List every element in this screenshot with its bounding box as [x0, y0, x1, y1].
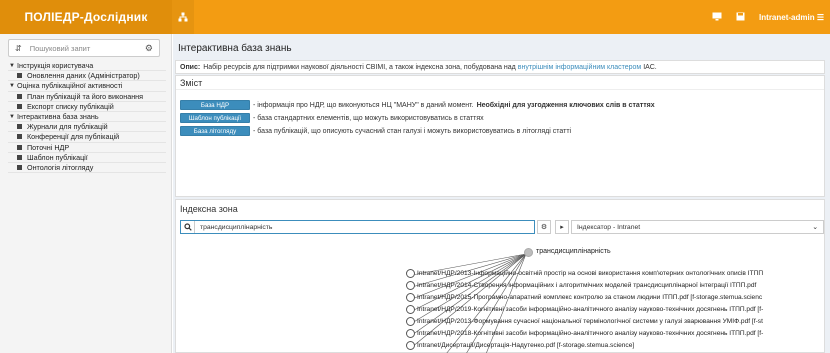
- tree-item-conferences[interactable]: Конференції для публікацій: [8, 132, 166, 143]
- pub-template-button[interactable]: Шаблон публікації: [180, 113, 250, 123]
- gear-icon[interactable]: ⚙: [537, 220, 551, 234]
- gear-icon[interactable]: ⚙: [145, 43, 153, 54]
- tree-item-data-update[interactable]: Оновлення даних (Адміністратор): [8, 71, 166, 82]
- page-title: Інтерактивна база знань: [178, 43, 292, 54]
- sitemap-icon[interactable]: [172, 0, 194, 34]
- graph-leaf-node[interactable]: Intranet/НДР/2018-Когнітивні засоби інфо…: [406, 329, 763, 338]
- doc-icon: [17, 144, 22, 150]
- graph-root-node[interactable]: [524, 248, 533, 257]
- graph-leaf-node[interactable]: Intranet/НДР/2013-Формування сучасної на…: [406, 317, 763, 326]
- content-row-text: - інформація про НДР, що виконуються НЦ …: [253, 101, 474, 109]
- doc-icon: [17, 93, 22, 99]
- tree-item-journals[interactable]: Журнали для публікацій: [8, 122, 166, 133]
- tree-item-ontology[interactable]: Онтологія літогляду: [8, 163, 166, 174]
- contents-header: Зміст: [176, 76, 824, 90]
- research-base-button[interactable]: База НДР: [180, 100, 250, 110]
- user-menu-button[interactable]: Intranet-admin ☰: [759, 13, 824, 22]
- tree-item-export[interactable]: Експорт списку публікацій: [8, 102, 166, 112]
- indexer-select-value: Індексатор - Intranet: [577, 223, 641, 231]
- sidebar-search-input[interactable]: ⇵ Пошуковий запит ⚙: [8, 39, 160, 57]
- top-navbar: ПОЛІЕДР-Дослідник Intranet-admin ☰: [0, 0, 830, 34]
- doc-icon: [17, 134, 22, 140]
- tree-item-pub-plan[interactable]: План публікацій та його виконання: [8, 92, 166, 102]
- caret-down-icon[interactable]: ▼: [9, 114, 17, 120]
- content-row-text: - база публікацій, що описують сучасний …: [253, 127, 572, 135]
- desc-tail: ІАС.: [643, 63, 657, 71]
- graph-root-label: трансдисциплінарність: [536, 248, 611, 255]
- user-menu-area: Intranet-admin ☰: [712, 0, 824, 34]
- index-search-input[interactable]: трансдисциплінарність: [180, 220, 535, 234]
- graph-leaf-node[interactable]: Intranet/Дисертації/Дисертація-Надутенко…: [406, 341, 634, 350]
- search-icon[interactable]: [181, 221, 195, 233]
- index-zone-box: Індексна зона трансдисциплінарність ⚙ ▸ …: [175, 199, 825, 353]
- desc-label: Опис:: [180, 63, 201, 71]
- caret-down-icon[interactable]: ▼: [9, 63, 17, 69]
- sort-icon[interactable]: ⇵: [15, 44, 22, 53]
- indexer-select[interactable]: Індексатор - Intranet ⌄: [571, 220, 824, 234]
- tree-item-current-research[interactable]: Поточні НДР: [8, 143, 166, 153]
- save-icon[interactable]: [736, 12, 745, 23]
- graph-leaf-node[interactable]: Intranet/НДР/2013-Інформаційно-освітній …: [406, 269, 763, 278]
- tree-item-pub-activity[interactable]: ▼ Оцінка публікаційної активності: [8, 81, 166, 92]
- graph-leaf-node[interactable]: Intranet/НДР/2015-Програмно-апаратний ко…: [406, 293, 762, 302]
- content-row-bold: Необхідні для узгодження ключових слів в…: [476, 101, 655, 109]
- index-query-value: трансдисциплінарність: [200, 223, 273, 231]
- doc-icon: [17, 124, 22, 130]
- doc-icon: [17, 103, 22, 109]
- search-placeholder: Пошуковий запит: [29, 43, 91, 53]
- sidebar-tree: ▼ Інструкція користувача Оновлення даних …: [8, 61, 166, 174]
- doc-icon: [17, 73, 22, 79]
- content-row: Шаблон публікації - база стандартних еле…: [180, 113, 484, 123]
- brand-logo[interactable]: ПОЛІЕДР-Дослідник: [0, 0, 172, 34]
- content-row: База НДР - інформація про НДР, що викону…: [180, 100, 658, 110]
- contents-box: Зміст База НДР - інформація про НДР, що …: [175, 75, 825, 197]
- doc-icon: [17, 164, 22, 170]
- description-box: Опис: Набір ресурсів для підтримки науко…: [175, 60, 825, 74]
- index-graph: трансдисциплінарність Intranet/НДР/2013-…: [176, 236, 826, 353]
- monitor-icon[interactable]: [712, 12, 722, 23]
- content-row: База літогляду - база публікацій, що опи…: [180, 126, 571, 136]
- index-header: Індексна зона: [180, 204, 238, 214]
- tree-item-knowledge-base[interactable]: ▼ Інтерактивна база знань: [8, 112, 166, 123]
- sidebar: ⇵ Пошуковий запит ⚙ ▼ Інструкція користув…: [0, 34, 172, 353]
- caret-right-icon[interactable]: ▸: [555, 220, 569, 234]
- chevron-down-icon: ⌄: [812, 224, 818, 231]
- lit-review-base-button[interactable]: База літогляду: [180, 126, 250, 136]
- desc-text: Набір ресурсів для підтримки наукової ді…: [203, 63, 516, 71]
- graph-leaf-node[interactable]: Intranet/НДР/2019-Когнітивні засоби інфо…: [406, 305, 763, 314]
- graph-leaf-node[interactable]: Intranet/НДР/2014-Створення інформаційни…: [406, 281, 756, 290]
- caret-down-icon[interactable]: ▼: [9, 83, 17, 89]
- index-tools: ⚙ ▸: [537, 220, 569, 234]
- main-content: Інтерактивна база знань Опис: Набір ресу…: [173, 34, 830, 353]
- tree-item-pub-template[interactable]: Шаблон публікації: [8, 153, 166, 163]
- cluster-link[interactable]: внутрішнім інформаційним кластером: [518, 64, 641, 71]
- doc-icon: [17, 154, 22, 160]
- content-row-text: - база стандартних елементів, що можуть …: [253, 114, 484, 122]
- tree-item-user-guide[interactable]: ▼ Інструкція користувача: [8, 61, 166, 72]
